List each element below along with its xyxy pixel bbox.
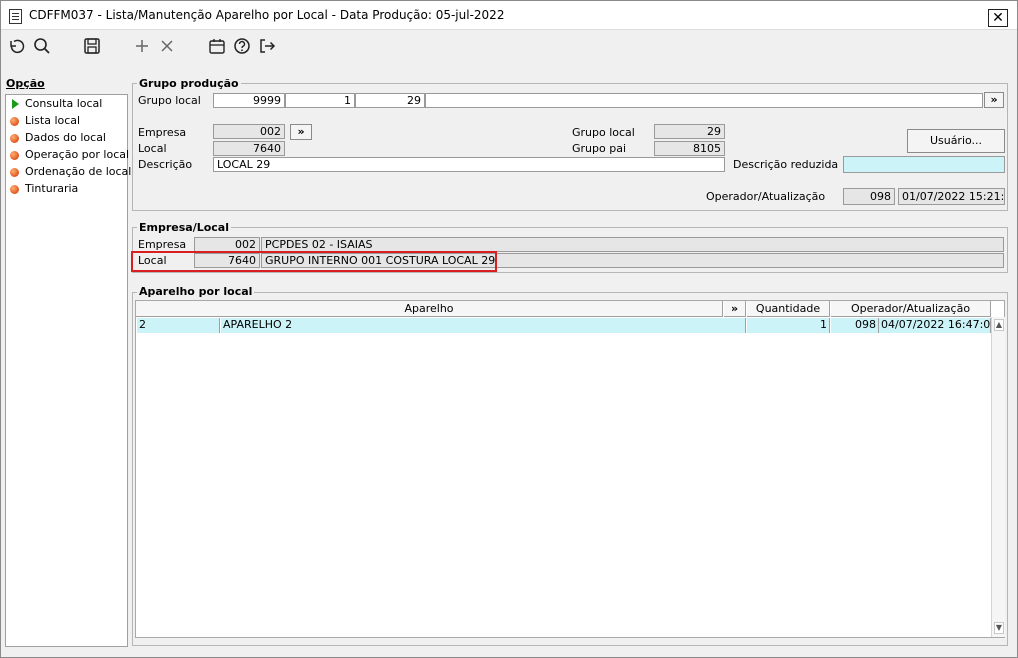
column-header-operador-atualizacao[interactable]: Operador/Atualização (831, 301, 991, 317)
grupo-pai-label: Grupo pai (572, 142, 627, 155)
scroll-up-icon[interactable]: ▲ (994, 319, 1004, 331)
empresa-local-empresa-label: Empresa (138, 238, 187, 251)
descricao-label: Descrição (138, 158, 193, 171)
empresa-local-title: Empresa/Local (137, 221, 232, 234)
aparelho-por-local-title: Aparelho por local (137, 285, 255, 298)
undo-icon[interactable] (7, 36, 27, 56)
grupo-pai-field: 8105 (654, 141, 725, 156)
column-header-quantidade[interactable]: Quantidade (747, 301, 830, 317)
descricao-reduzida-field[interactable] (843, 156, 1005, 173)
atualizacao-field: 01/07/2022 15:21:37 (898, 188, 1005, 205)
cell-atualizacao[interactable]: 04/07/2022 16:47:05 (879, 318, 991, 333)
column-header-aparelho[interactable]: Aparelho (136, 301, 723, 317)
local-field: 7640 (213, 141, 285, 156)
sidebar-item-label: Operação por local (25, 148, 130, 161)
grupo-local-expand-button[interactable]: » (984, 92, 1004, 108)
empresa-local-empresa-name: PCPDES 02 - ISAIAS (261, 237, 1004, 252)
bullet-icon (10, 117, 19, 126)
sidebar-menu: Consulta local Lista local Dados do loca… (5, 94, 132, 647)
title-bar: CDFFM037 - Lista/Manutenção Aparelho por… (1, 1, 1017, 30)
cell-code[interactable]: 2 (137, 318, 220, 333)
grupo-local-field-1[interactable]: 9999 (213, 93, 285, 108)
sidebar-item-label: Tinturaria (25, 182, 79, 195)
vertical-scrollbar[interactable]: ▲ ▼ (991, 317, 1005, 637)
operador-field: 098 (843, 188, 895, 205)
sidebar-item-label: Ordenação de local (25, 165, 132, 178)
window-title: CDFFM037 - Lista/Manutenção Aparelho por… (29, 8, 505, 22)
sidebar-item-label: Consulta local (25, 97, 103, 110)
close-button[interactable]: ✕ (988, 9, 1008, 27)
play-arrow-icon (12, 99, 19, 109)
grupo-local-right-field: 29 (654, 124, 725, 139)
cell-aparelho[interactable]: APARELHO 2 (221, 318, 746, 333)
empresa-field: 002 (213, 124, 285, 139)
bullet-icon (10, 168, 19, 177)
main-window: CDFFM037 - Lista/Manutenção Aparelho por… (0, 0, 1018, 658)
save-icon[interactable] (82, 36, 102, 56)
highlight-box (131, 251, 497, 272)
empresa-local-empresa-code: 002 (194, 237, 260, 252)
sidebar-item-label: Dados do local (25, 131, 106, 144)
sidebar-title: Opção (6, 77, 45, 90)
column-header-expand-button[interactable]: » (724, 301, 746, 317)
grupo-local-field-3[interactable]: 29 (355, 93, 425, 108)
grupo-local-description (425, 93, 983, 108)
bullet-icon (10, 134, 19, 143)
sidebar-item-label: Lista local (25, 114, 81, 127)
grupo-producao-title: Grupo produção (137, 77, 241, 90)
cell-quantidade[interactable]: 1 (747, 318, 830, 333)
empresa-label: Empresa (138, 126, 187, 139)
sidebar: Opção Consulta local Lista local Dados d… (5, 77, 132, 647)
delete-icon[interactable] (157, 36, 177, 56)
bullet-icon (10, 185, 19, 194)
operador-atualizacao-label: Operador/Atualização (706, 190, 826, 203)
grupo-local-right-label: Grupo local (572, 126, 635, 139)
add-icon[interactable] (132, 36, 152, 56)
toolbar (1, 31, 1017, 61)
local-label: Local (138, 142, 167, 155)
scroll-down-icon[interactable]: ▼ (994, 622, 1004, 634)
empresa-expand-button[interactable]: » (290, 124, 312, 140)
descricao-field[interactable]: LOCAL 29 (213, 157, 725, 172)
calendar-icon[interactable] (207, 36, 227, 56)
search-icon[interactable] (32, 36, 52, 56)
document-icon (9, 9, 22, 24)
descricao-reduzida-label: Descrição reduzida (733, 158, 839, 171)
grupo-local-field-2[interactable]: 1 (285, 93, 355, 108)
usuario-button[interactable]: Usuário... (907, 129, 1005, 153)
help-icon[interactable] (232, 36, 252, 56)
cell-operador[interactable]: 098 (831, 318, 879, 333)
aparelho-table: Aparelho » Quantidade Operador/Atualizaç… (135, 300, 1005, 638)
bullet-icon (10, 151, 19, 160)
exit-icon[interactable] (257, 36, 277, 56)
grupo-local-label: Grupo local (138, 94, 201, 107)
